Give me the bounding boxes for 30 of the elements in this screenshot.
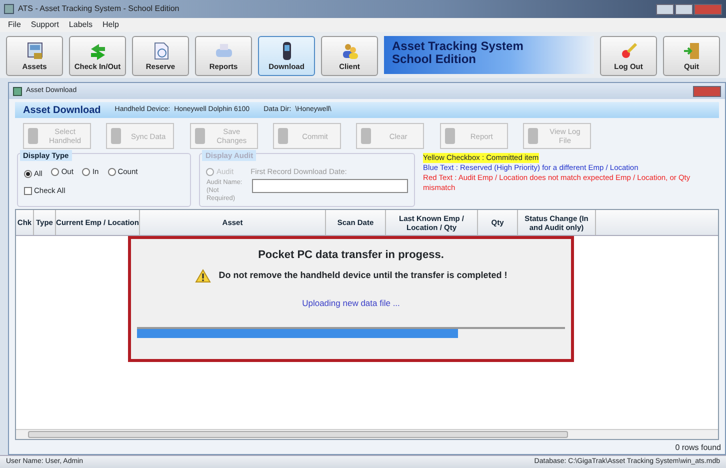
input-field[interactable] xyxy=(252,179,408,194)
banner-title: School Edition xyxy=(392,53,476,66)
door-exit-icon xyxy=(682,40,702,61)
section-title: Asset Download xyxy=(23,104,101,118)
window-title: ATS - Asset Tracking System - School Edition xyxy=(18,3,180,15)
dialog-message: Do not remove the handheld device until the transfer is completed ! xyxy=(218,268,508,282)
row-count: 0 rows found xyxy=(674,442,722,454)
document-icon xyxy=(194,127,206,145)
document-icon xyxy=(276,127,289,145)
minimize-button[interactable] xyxy=(656,4,674,14)
document-icon xyxy=(444,127,456,145)
menu-item[interactable]: Labels xyxy=(68,19,92,31)
menu-item[interactable]: Help xyxy=(102,19,119,31)
document-icon xyxy=(526,127,539,145)
document-icon xyxy=(110,127,122,145)
menu-item[interactable]: Support xyxy=(30,19,59,31)
maximize-button[interactable] xyxy=(675,4,693,14)
dialog-title: Pocket PC data transfer in progess. xyxy=(258,248,444,263)
app-icon xyxy=(4,4,14,14)
document-icon xyxy=(360,127,372,145)
close-button[interactable] xyxy=(693,86,721,96)
banner-title: Asset Tracking System xyxy=(392,40,524,53)
document-icon xyxy=(27,127,39,145)
scrollbar-thumb[interactable] xyxy=(28,431,568,438)
warning-icon xyxy=(194,268,211,282)
window-icon xyxy=(13,86,22,96)
monitor-icon xyxy=(24,40,44,61)
status-text: Uploading new data file ... xyxy=(302,296,400,310)
scrollbar[interactable] xyxy=(16,429,718,439)
menu-item[interactable]: File xyxy=(8,19,21,31)
